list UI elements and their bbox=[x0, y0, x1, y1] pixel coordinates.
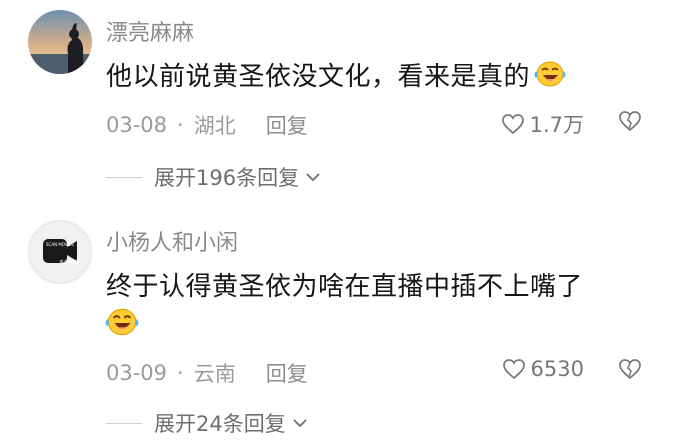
meta-separator: · bbox=[177, 113, 184, 137]
like-count: 6530 bbox=[530, 357, 584, 381]
heart-icon bbox=[502, 359, 525, 380]
comment-text: 终于认得黄圣依为啥在直播中插不上嘴了 bbox=[106, 272, 584, 302]
laughing-crying-emoji-icon bbox=[532, 59, 566, 96]
avatar-text-bottom: 多米影视 bbox=[59, 260, 80, 266]
avatar[interactable]: SCAN MOVIES 多米影视 bbox=[28, 220, 92, 284]
broken-heart-icon bbox=[619, 359, 641, 380]
video-camera-avatar-icon bbox=[43, 239, 77, 263]
avatar-text-top: SCAN MOVIES bbox=[46, 242, 74, 247]
username[interactable]: 小杨人和小闲 bbox=[106, 225, 238, 257]
reply-button[interactable]: 回复 bbox=[266, 110, 308, 140]
chevron-down-icon bbox=[306, 173, 320, 182]
like-count: 1.7万 bbox=[529, 113, 584, 137]
expand-replies-button[interactable]: 展开24条回复 bbox=[106, 408, 308, 438]
comment-date: 03-09 bbox=[106, 361, 168, 385]
dislike-button[interactable] bbox=[618, 110, 642, 136]
sunset-silhouette-avatar-icon bbox=[28, 10, 92, 74]
like-button[interactable]: 1.7万 bbox=[501, 109, 584, 139]
dislike-button[interactable] bbox=[618, 358, 642, 384]
comment-text-content: 他以前说黄圣依没文化，看来是真的 bbox=[106, 62, 531, 92]
comment-text: 他以前说黄圣依没文化，看来是真的 bbox=[106, 56, 566, 96]
expand-replies-button[interactable]: 展开196条回复 bbox=[106, 162, 321, 192]
meta-separator: · bbox=[177, 361, 184, 385]
expand-replies-label: 展开24条回复 bbox=[154, 412, 286, 436]
divider-line bbox=[106, 422, 142, 424]
comment-location: 湖北 bbox=[193, 114, 236, 138]
comment-meta: 03-08 · 湖北 回复 bbox=[106, 110, 308, 140]
expand-replies-label: 展开196条回复 bbox=[154, 166, 300, 190]
avatar[interactable] bbox=[28, 10, 92, 74]
comment-item: SCAN MOVIES 多米影视 小杨人和小闲 终于认得黄圣依为啥在直播中插不上… bbox=[0, 200, 676, 442]
comment-location: 云南 bbox=[193, 362, 236, 386]
comment-item: 漂亮麻麻 他以前说黄圣依没文化，看来是真的 03-08 · 湖北 回复 1.7万 bbox=[0, 0, 676, 200]
broken-heart-icon bbox=[619, 111, 641, 132]
laughing-crying-emoji-icon bbox=[103, 306, 139, 342]
like-button[interactable]: 6530 bbox=[502, 357, 584, 381]
heart-icon bbox=[501, 114, 524, 135]
divider-line bbox=[106, 176, 142, 178]
comment-date: 03-08 bbox=[106, 113, 168, 137]
comment-meta: 03-09 · 云南 回复 bbox=[106, 358, 308, 388]
chevron-down-icon bbox=[293, 419, 307, 428]
username[interactable]: 漂亮麻麻 bbox=[106, 15, 194, 47]
reply-button[interactable]: 回复 bbox=[266, 358, 308, 388]
